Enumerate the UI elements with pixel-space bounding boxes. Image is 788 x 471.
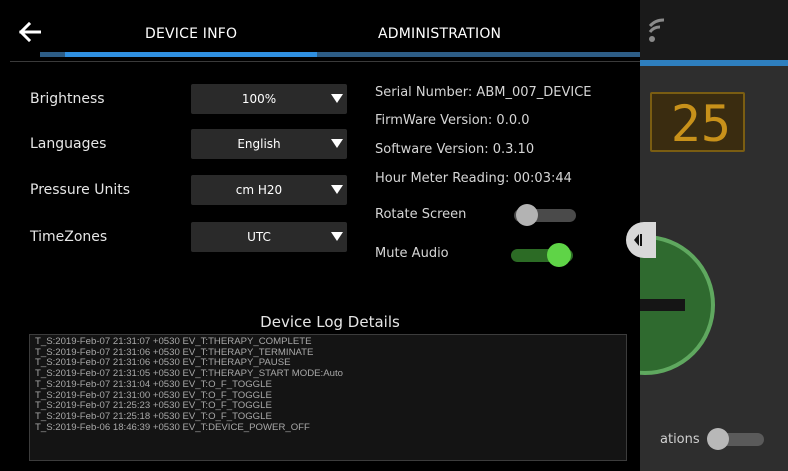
- dropdown-arrow-icon: [331, 139, 343, 148]
- firmware-version: FirmWare Version: 0.0.0: [375, 113, 530, 128]
- timezones-label: TimeZones: [30, 229, 108, 245]
- pressure-units-label: Pressure Units: [30, 182, 131, 198]
- timezones-select[interactable]: UTC: [191, 222, 347, 252]
- device-log-panel[interactable]: T_S:2019-Feb-07 21:31:07 +0530 EV_T:THER…: [29, 334, 627, 461]
- dropdown-arrow-icon: [331, 232, 343, 241]
- device-log-title: Device Log Details: [260, 313, 400, 331]
- active-tab-indicator: [65, 52, 317, 57]
- serial-number: Serial Number: ABM_007_DEVICE: [375, 85, 592, 100]
- rotate-screen-label: Rotate Screen: [375, 207, 467, 222]
- mute-audio-label: Mute Audio: [375, 246, 449, 261]
- timezones-value: UTC: [247, 230, 271, 244]
- dropdown-arrow-icon: [331, 94, 343, 103]
- pressure-counter-display: 25: [650, 92, 745, 153]
- log-entry: T_S:2019-Feb-07 21:31:04 +0530 EV_T:O_F_…: [35, 378, 272, 390]
- pressure-units-select[interactable]: cm H20: [191, 175, 347, 205]
- therapy-button-bar: [640, 299, 685, 311]
- tab-administration[interactable]: ADMINISTRATION: [378, 26, 501, 42]
- brightness-value: 100%: [241, 92, 277, 106]
- languages-label: Languages: [30, 136, 107, 152]
- mute-audio-toggle[interactable]: [509, 242, 577, 268]
- hour-meter-reading: Hour Meter Reading: 00:03:44: [375, 171, 572, 186]
- settings-dialog: DEVICE INFO ADMINISTRATION Brightness 10…: [0, 0, 640, 471]
- languages-select[interactable]: English: [191, 129, 347, 159]
- software-version: Software Version: 0.3.10: [375, 142, 535, 157]
- rotate-screen-toggle[interactable]: [510, 202, 578, 228]
- pressure-units-value: cm H20: [235, 183, 283, 197]
- collapse-panel-handle[interactable]: [626, 222, 656, 258]
- tab-device-info[interactable]: DEVICE INFO: [145, 26, 237, 42]
- wifi-icon: [648, 18, 665, 42]
- log-entry: T_S:2019-Feb-06 18:46:39 +0530 EV_T:DEVI…: [35, 421, 310, 433]
- dropdown-arrow-icon: [331, 185, 343, 194]
- back-arrow-icon: [19, 22, 41, 42]
- notifications-toggle[interactable]: [700, 428, 766, 450]
- back-button[interactable]: [16, 20, 44, 44]
- languages-value: English: [237, 137, 281, 151]
- brightness-label: Brightness: [30, 91, 105, 107]
- dialog-header: DEVICE INFO ADMINISTRATION: [0, 0, 640, 60]
- brightness-select[interactable]: 100%: [191, 84, 347, 114]
- notifications-label: ations: [660, 432, 700, 447]
- header-divider: [10, 61, 640, 62]
- background-accent-bar: [640, 60, 788, 66]
